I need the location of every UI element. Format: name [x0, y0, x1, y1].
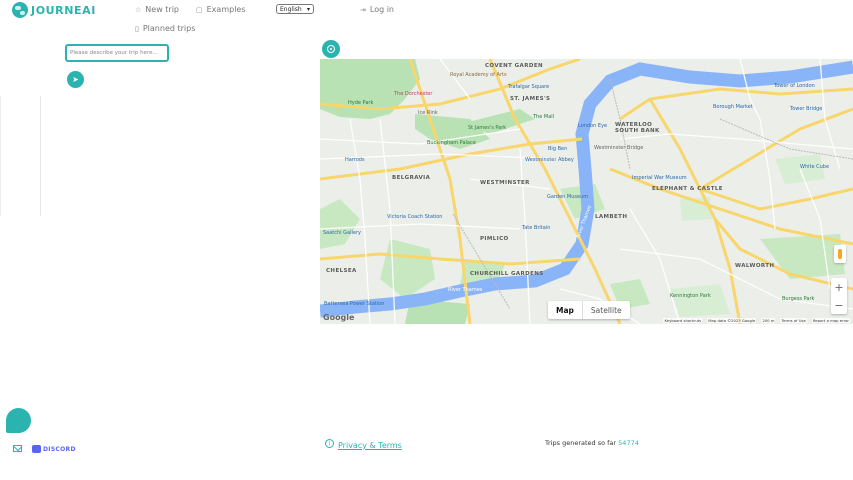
map-poi[interactable]: Royal Academy of Arts — [450, 72, 507, 78]
login-link[interactable]: ⇥ Log in — [360, 5, 394, 14]
map-area-label: WALWORTH — [735, 263, 775, 269]
chevron-down-icon: ▾ — [306, 5, 310, 13]
language-select[interactable]: English ▾ — [276, 4, 314, 14]
map-scale[interactable]: 200 m — [761, 317, 776, 323]
bookmark-icon: ▢ — [196, 5, 203, 14]
nav-planned-trips[interactable]: ▯ Planned trips — [135, 24, 195, 33]
pegman-icon — [838, 249, 842, 259]
map-poi[interactable]: Victoria Coach Station — [387, 214, 442, 220]
map-poi[interactable]: Borough Market — [713, 104, 753, 110]
mail-icon[interactable] — [13, 445, 22, 452]
map-poi[interactable]: The Mall — [533, 114, 554, 120]
map-poi[interactable]: Burgess Park — [782, 296, 814, 302]
map-area-label: CHURCHILL GARDENS — [470, 271, 544, 277]
sidebar-divider — [0, 96, 1, 216]
privacy-terms-link[interactable]: i Privacy & Terms — [325, 437, 402, 450]
discord-label: DISCORD — [43, 445, 76, 453]
nav-planned-trips-label: Planned trips — [142, 24, 196, 33]
nav-new-trip[interactable]: ☆ New trip — [135, 5, 179, 14]
map-area-label: LAMBETH — [595, 214, 628, 220]
brand-name: JOURNEAI — [31, 3, 96, 17]
star-icon: ☆ — [135, 5, 142, 14]
zoom-controls: + − — [831, 278, 847, 314]
map-poi[interactable]: Kennington Park — [670, 293, 711, 299]
map-poi[interactable]: Tate Britain — [522, 225, 550, 231]
map-poi[interactable]: Harrods — [345, 157, 365, 163]
chat-bubble-icon[interactable] — [6, 408, 31, 433]
map-poi[interactable]: Battersea Power Station — [324, 301, 384, 307]
report-map-error-link[interactable]: Report a map error — [811, 317, 850, 323]
map-poi[interactable]: Tower of London — [774, 83, 815, 89]
map-poi[interactable]: Westminster Abbey — [525, 157, 574, 163]
trip-description-placeholder: Please describe your trip here... — [70, 50, 158, 56]
map-area-label: CHELSEA — [326, 268, 357, 274]
map-poi[interactable]: Ice Rink — [418, 110, 438, 116]
zoom-in-button[interactable]: + — [834, 281, 843, 294]
nav-examples-label: Examples — [206, 5, 246, 14]
locate-icon — [327, 45, 335, 53]
map-area-label: WESTMINSTER — [480, 180, 530, 186]
info-icon: i — [325, 439, 334, 448]
map-area-label: COVENT GARDEN — [485, 63, 543, 69]
nav-new-trip-label: New trip — [145, 5, 179, 14]
terms-of-use-link[interactable]: Terms of Use — [780, 317, 807, 323]
send-button[interactable]: ➤ — [67, 71, 84, 88]
map-area-label: ST. JAMES'S — [510, 96, 551, 102]
map-view[interactable]: COVENT GARDEN ST. JAMES'S WATERLOO SOUTH… — [320, 59, 853, 324]
street-view-pegman[interactable] — [834, 245, 846, 263]
login-label: Log in — [369, 5, 394, 14]
globe-logo-icon — [12, 2, 28, 18]
map-area-label: BELGRAVIA — [392, 175, 431, 181]
language-selected: English — [280, 5, 302, 13]
map-attribution: Keyboard shortcuts Map data ©2023 Google… — [320, 316, 853, 324]
map-poi[interactable]: Tower Bridge — [790, 106, 822, 112]
river-label: River Thames — [448, 287, 483, 293]
map-poi[interactable]: White Cube — [800, 164, 829, 170]
zoom-out-button[interactable]: − — [834, 299, 843, 312]
keyboard-shortcuts-link[interactable]: Keyboard shortcuts — [663, 317, 703, 323]
login-icon: ⇥ — [360, 5, 366, 14]
discord-link[interactable]: DISCORD — [32, 445, 76, 453]
privacy-terms-label: Privacy & Terms — [338, 441, 402, 450]
discord-icon — [32, 445, 41, 453]
map-poi[interactable]: St James's Park — [468, 125, 506, 131]
trips-generated-number: 54774 — [618, 439, 639, 447]
map-poi[interactable]: Buckingham Palace — [427, 140, 476, 146]
bookmark-icon: ▯ — [135, 24, 139, 33]
trip-description-input[interactable]: Please describe your trip here... — [65, 44, 169, 62]
map-area-label: SOUTH BANK — [615, 128, 660, 134]
map-poi[interactable]: Saatchi Gallery — [323, 230, 361, 236]
map-poi[interactable]: Big Ben — [548, 146, 567, 152]
map-area-label: ELEPHANT & CASTLE — [652, 186, 723, 192]
brand-logo[interactable]: JOURNEAI — [12, 2, 96, 18]
trips-generated-counter: Trips generated so far 54774 — [545, 439, 639, 447]
map-canvas — [320, 59, 853, 324]
send-icon: ➤ — [72, 75, 79, 84]
nav-examples[interactable]: ▢ Examples — [196, 5, 246, 14]
map-data-credit: Map data ©2023 Google — [707, 317, 757, 323]
map-poi[interactable]: Trafalgar Square — [508, 84, 549, 90]
sidebar-divider — [40, 96, 41, 216]
locate-button[interactable] — [322, 40, 340, 58]
map-area-label: PIMLICO — [480, 236, 509, 242]
map-poi[interactable]: Hyde Park — [348, 100, 373, 106]
map-poi[interactable]: Westminster Bridge — [594, 145, 643, 151]
map-poi[interactable]: London Eye — [578, 123, 607, 129]
map-poi[interactable]: Imperial War Museum — [632, 175, 687, 181]
map-poi[interactable]: The Dorchester — [394, 91, 432, 97]
trips-generated-label: Trips generated so far — [545, 439, 617, 447]
map-poi[interactable]: Garden Museum — [547, 194, 588, 200]
